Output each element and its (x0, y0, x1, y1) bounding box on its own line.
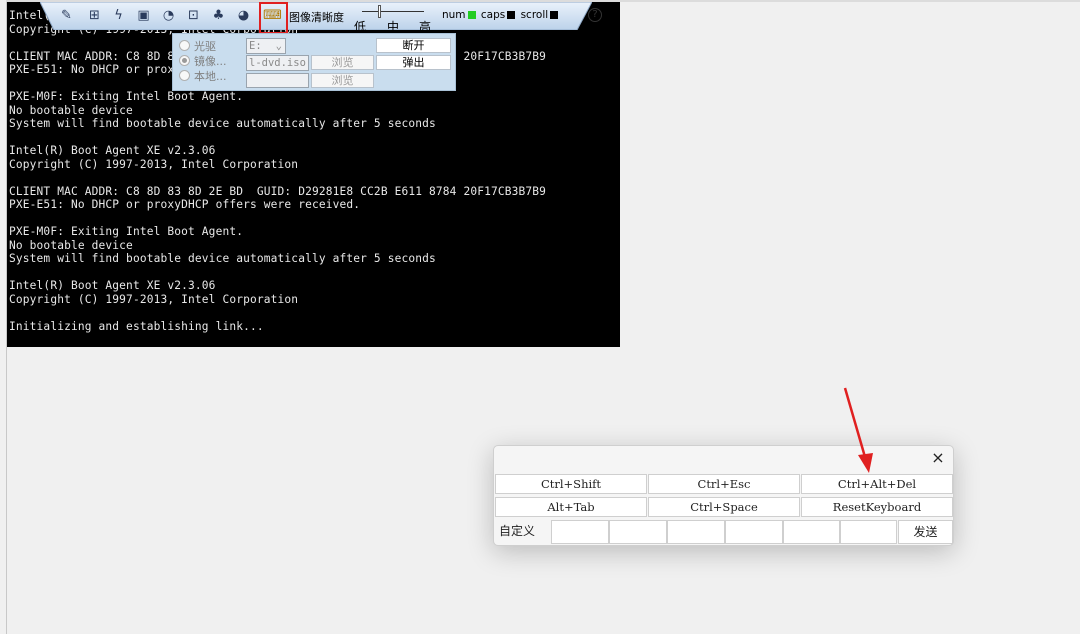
browse-button[interactable]: 浏览 (311, 55, 374, 70)
local-radio[interactable] (179, 70, 190, 81)
reset-keyboard-button[interactable]: ResetKeyboard (801, 497, 953, 517)
cdrom-radio[interactable] (179, 40, 190, 51)
close-icon[interactable]: × (929, 448, 947, 468)
console-line: No bootable device (9, 238, 133, 252)
local-path-field[interactable] (246, 73, 309, 88)
custom-key-slot[interactable] (609, 520, 667, 544)
console-line: System will find bootable device automat… (9, 252, 436, 265)
num-lock-indicator (467, 11, 476, 19)
mouse-icon[interactable]: ✎ (58, 7, 75, 24)
send-button[interactable]: 发送 (898, 520, 953, 544)
ctrl-shift-button[interactable]: Ctrl+Shift (495, 474, 647, 494)
chevron-down-icon: ⌄ (275, 40, 282, 52)
scroll-lock-indicator (550, 11, 559, 19)
ctrl-esc-button[interactable]: Ctrl+Esc (648, 474, 800, 494)
screenshot-icon[interactable]: ▣ (135, 7, 152, 24)
clarity-slider-thumb[interactable] (378, 5, 381, 18)
iso-path-field[interactable]: l-dvd.iso (246, 55, 309, 71)
console-line: CLIENT MAC ADDR: C8 8D 83 8D 2E BD GUID:… (9, 184, 547, 198)
image-label: 镜像... (194, 55, 227, 68)
console-line: Intel(R) Boot Agent XE v2.3.06 (9, 279, 216, 292)
console-line: PXE-M0F: Exiting Intel Boot Agent. (9, 90, 244, 103)
custom-key-slot[interactable] (725, 520, 783, 544)
help-icon[interactable]: ? (588, 8, 602, 22)
drive-select-value: E: (249, 40, 262, 52)
console-line: No bootable device (9, 103, 133, 117)
network-icon[interactable]: ♣ (210, 7, 227, 24)
disk-icon[interactable]: ◔ (160, 7, 177, 24)
console-line: Intel(R) Boot Agent XE v2.3.06 (9, 144, 216, 157)
caps-lock-indicator (507, 11, 516, 19)
globe-icon[interactable]: ◕ (235, 7, 252, 24)
drive-select[interactable]: E: ⌄ (246, 38, 286, 54)
scroll-label: scroll (520, 9, 549, 21)
custom-key-slot[interactable] (551, 520, 609, 544)
lock-indicators: num caps scroll (442, 9, 560, 21)
cdrom-label: 光驱 (194, 40, 216, 53)
ctrl-alt-del-button[interactable]: Ctrl+Alt+Del (801, 474, 953, 494)
custom-key-slot[interactable] (783, 520, 840, 544)
annotation-arrow-icon (843, 387, 873, 473)
image-clarity-label: 图像清晰度 (289, 11, 344, 24)
lightning-icon[interactable]: ϟ (110, 7, 127, 24)
console-line: System will find bootable device automat… (9, 117, 436, 130)
media-icon[interactable]: ⊡ (185, 7, 202, 24)
caps-label: caps (480, 9, 506, 21)
ctrl-space-button[interactable]: Ctrl+Space (648, 497, 800, 517)
console-line: PXE-E51: No DHCP or proxyDHCP offers wer… (9, 198, 361, 211)
console-line: Initializing and establishing link... (9, 319, 264, 333)
local-label: 本地... (194, 70, 227, 83)
eject-button[interactable]: 弹出 (376, 55, 451, 70)
custom-keys-label: 自定义 (499, 524, 536, 538)
custom-key-slot[interactable] (840, 520, 897, 544)
virtual-media-panel: 光驱 镜像... 本地... E: ⌄ l-dvd.iso 浏览 浏览 断开 弹出 (172, 33, 456, 91)
fullscreen-icon[interactable]: ⊞ (86, 7, 103, 24)
console-line: Copyright (C) 1997-2013, Intel Corporati… (9, 292, 299, 306)
selected-tool-highlight (259, 2, 288, 34)
num-label: num (442, 9, 466, 21)
kvm-toolbar: ✎ ⊞ ϟ ▣ ◔ ⊡ ♣ ◕ ⌨ 图像清晰度 低 中 高 num caps s… (40, 2, 602, 34)
custom-key-slot[interactable] (667, 520, 725, 544)
disconnect-button[interactable]: 断开 (376, 38, 451, 53)
image-radio[interactable] (179, 55, 190, 66)
console-line: Copyright (C) 1997-2013, Intel Corporati… (9, 157, 299, 171)
clarity-slider-track[interactable] (362, 11, 424, 12)
console-line: PXE-M0F: Exiting Intel Boot Agent. (9, 225, 244, 238)
keyboard-shortcut-popup: × Ctrl+Shift Ctrl+Esc Ctrl+Alt+Del Alt+T… (493, 445, 954, 546)
alt-tab-button[interactable]: Alt+Tab (495, 497, 647, 517)
browse-local-button[interactable]: 浏览 (311, 73, 374, 88)
